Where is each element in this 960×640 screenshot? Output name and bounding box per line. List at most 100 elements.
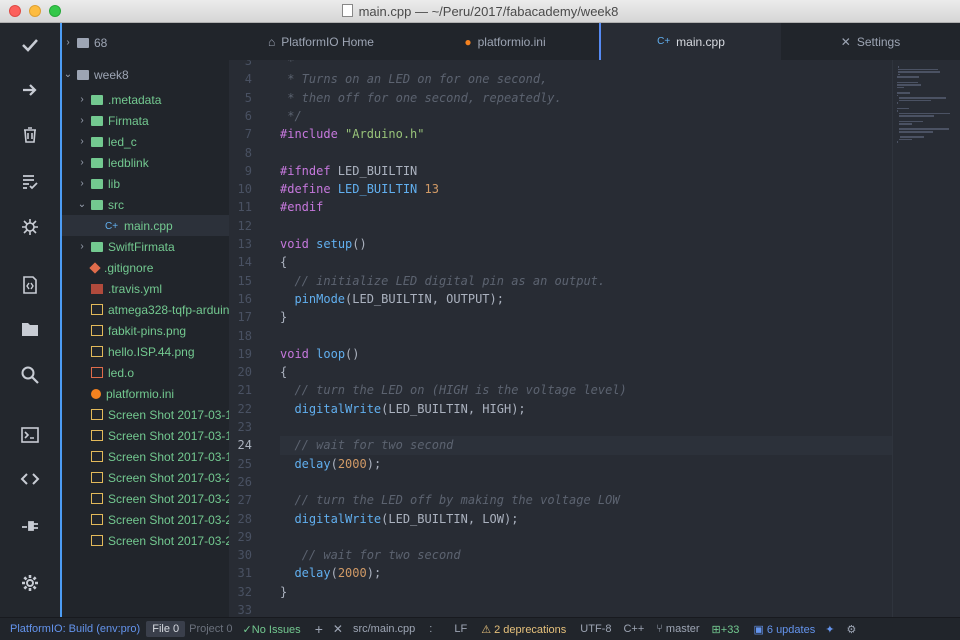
image-file-icon: [91, 472, 103, 483]
minimap-line: [897, 107, 910, 110]
code-line[interactable]: *: [280, 60, 294, 70]
updates-status[interactable]: ▣ 6 updates: [753, 623, 815, 636]
tree-item[interactable]: fabkit-pins.png: [62, 320, 229, 341]
home-icon: ⌂: [268, 34, 276, 49]
tree-item[interactable]: Screen Shot 2017-03-17: [62, 425, 229, 446]
folder-icon: [91, 241, 103, 252]
minimap-line: [899, 120, 924, 123]
line-number: 31: [237, 566, 252, 581]
title-bar: main.cpp — ~/Peru/2017/fabacademy/week8: [0, 0, 960, 23]
terminal-button[interactable]: [0, 413, 60, 457]
tree-item[interactable]: platformio.ini: [62, 383, 229, 404]
tree-item[interactable]: led.o: [62, 362, 229, 383]
code-line[interactable]: digitalWrite(LED_BUILTIN, LOW);: [280, 510, 518, 528]
clean-button[interactable]: [0, 113, 60, 157]
tab-main-cpp[interactable]: C+ main.cpp: [599, 23, 781, 60]
code-button[interactable]: [0, 457, 60, 501]
add-terminal-button[interactable]: +: [315, 621, 323, 637]
code-line[interactable]: #include "Arduino.h": [280, 125, 425, 143]
file-issues-tab[interactable]: File 0: [146, 621, 186, 637]
tree-item[interactable]: ⌄ week8: [62, 64, 229, 85]
code-line[interactable]: {: [280, 253, 287, 271]
status-bar: PlatformIO: Build (env:pro) File 0 Proje…: [0, 617, 960, 640]
platformio-icon: ●: [464, 34, 472, 49]
tree-item[interactable]: Screen Shot 2017-03-17: [62, 446, 229, 467]
tree-item-selected[interactable]: C+ main.cpp: [62, 215, 229, 236]
code-line[interactable]: // initialize LED digital pin as an outp…: [280, 272, 605, 290]
code-line[interactable]: // wait for two second: [280, 546, 461, 564]
minimap-line: [899, 112, 950, 115]
tree-item[interactable]: .travis.yml: [62, 278, 229, 299]
encoding[interactable]: UTF-8: [580, 623, 611, 635]
code-line[interactable]: }: [280, 583, 287, 601]
gear-icon[interactable]: ⚙: [846, 623, 856, 636]
project-issues-tab[interactable]: Project 0: [189, 623, 232, 635]
code-line[interactable]: // turn the LED on (HIGH is the voltage …: [280, 381, 626, 399]
line-number: 5: [244, 90, 252, 105]
twitter-icon[interactable]: ✦: [825, 623, 834, 636]
tab-platformio-home[interactable]: ⌂ PlatformIO Home: [229, 23, 413, 60]
grammar[interactable]: C++: [623, 623, 644, 635]
upload-button[interactable]: [0, 68, 60, 112]
code-line[interactable]: * Turns on an LED on for one second,: [280, 70, 547, 88]
tree-item[interactable]: Screen Shot 2017-03-21: [62, 509, 229, 530]
test-button[interactable]: [0, 160, 60, 204]
serial-monitor-button[interactable]: [0, 263, 60, 307]
code-line[interactable]: // wait for two second: [280, 436, 453, 454]
debug-button[interactable]: [0, 205, 60, 249]
minimap[interactable]: [892, 60, 960, 617]
minimap-line: [900, 136, 925, 138]
code-line[interactable]: */: [280, 107, 301, 125]
image-file-icon: [91, 451, 103, 462]
tree-item[interactable]: › Firmata: [62, 110, 229, 131]
deprecations-status[interactable]: ⚠ 2 deprecations: [481, 623, 566, 636]
minimap-line: [897, 94, 899, 97]
tree-item[interactable]: › led_c: [62, 131, 229, 152]
open-folder-button[interactable]: [0, 307, 60, 351]
build-button[interactable]: [0, 23, 60, 67]
code-line[interactable]: digitalWrite(LED_BUILTIN, HIGH);: [280, 400, 525, 418]
settings-button[interactable]: [0, 561, 60, 605]
plug-button[interactable]: [0, 503, 60, 547]
git-branch[interactable]: ⑂ master: [656, 623, 699, 635]
code-line[interactable]: delay(2000);: [280, 455, 381, 473]
minimap-line: [897, 84, 922, 86]
code-line[interactable]: {: [280, 363, 287, 381]
file-path[interactable]: src/main.cpp: [353, 623, 415, 635]
tab-platformio-ini[interactable]: ● platformio.ini: [413, 23, 597, 60]
tree-root[interactable]: › 68: [62, 32, 229, 53]
tree-item[interactable]: Screen Shot 2017-03-21: [62, 488, 229, 509]
line-ending[interactable]: LF: [454, 623, 467, 635]
tree-item[interactable]: atmega328-tqfp-arduino: [62, 299, 229, 320]
line-number: 23: [237, 420, 252, 434]
code-line[interactable]: * then off for one second, repeatedly.: [280, 89, 562, 107]
code-line[interactable]: #ifndef LED_BUILTIN: [280, 162, 417, 180]
code-line[interactable]: delay(2000);: [280, 564, 381, 582]
tab-settings[interactable]: ✕ Settings: [781, 23, 960, 60]
tree-item[interactable]: › .metadata: [62, 89, 229, 110]
cursor-position[interactable]: :: [429, 623, 432, 635]
find-button[interactable]: [0, 353, 60, 397]
tree-item[interactable]: Screen Shot 2017-03-21: [62, 467, 229, 488]
code-line[interactable]: }: [280, 308, 287, 326]
close-terminal-button[interactable]: ✕: [333, 622, 343, 636]
build-status[interactable]: PlatformIO: Build (env:pro): [10, 623, 140, 635]
code-line[interactable]: #define LED_BUILTIN 13: [280, 180, 439, 198]
tree-item[interactable]: Screen Shot 2017-03-21: [62, 530, 229, 551]
code-line[interactable]: pinMode(LED_BUILTIN, OUTPUT);: [280, 290, 504, 308]
tree-item[interactable]: ⌄ src: [62, 194, 229, 215]
code-line[interactable]: // turn the LED off by making the voltag…: [280, 491, 619, 509]
tree-item[interactable]: › ledblink: [62, 152, 229, 173]
code-line[interactable]: #endif: [280, 198, 323, 216]
tree-item[interactable]: › SwiftFirmata: [62, 236, 229, 257]
code-line[interactable]: void loop(): [280, 345, 360, 363]
code-editor[interactable]: 3 * 4 * Turns on an LED on for one second…: [229, 60, 960, 617]
git-diff-status[interactable]: ⊞+33: [712, 623, 740, 636]
code-line[interactable]: void setup(): [280, 235, 367, 253]
tree-item[interactable]: Screen Shot 2017-03-17: [62, 404, 229, 425]
tree-item[interactable]: .gitignore: [62, 257, 229, 278]
issues-status[interactable]: ✓No Issues: [243, 623, 301, 636]
platformio-icon: [91, 388, 101, 399]
tree-item[interactable]: hello.ISP.44.png: [62, 341, 229, 362]
tree-item[interactable]: › lib: [62, 173, 229, 194]
